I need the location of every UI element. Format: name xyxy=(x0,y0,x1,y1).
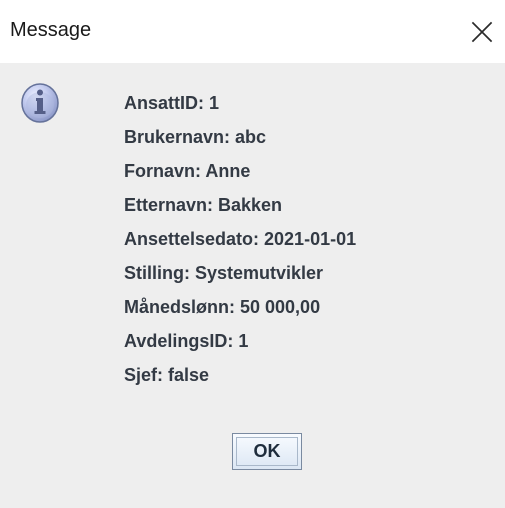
message-line-manedslonn: Månedslønn: 50 000,00 xyxy=(124,297,321,317)
message-line-sjef: Sjef: false xyxy=(124,365,210,385)
message-line-avdelingsid: AvdelingsID: 1 xyxy=(124,331,249,351)
close-icon xyxy=(471,21,493,42)
close-button[interactable] xyxy=(459,0,505,63)
message-line-brukernavn: Brukernavn: abc xyxy=(124,127,267,147)
message-line-ansattid: AnsattID: 1 xyxy=(124,93,220,113)
message-line-fornavn: Fornavn: Anne xyxy=(124,161,251,181)
titlebar: Message xyxy=(0,0,505,63)
message-dialog: Message AnsattID: 1 Brukernavn: abc Forn… xyxy=(0,0,505,508)
info-icon xyxy=(21,83,59,123)
message-text: AnsattID: 1 Brukernavn: abc Fornavn: Ann… xyxy=(124,86,356,392)
message-content: AnsattID: 1 Brukernavn: abc Fornavn: Ann… xyxy=(0,63,505,508)
ok-button[interactable]: OK xyxy=(232,433,302,470)
window-title: Message xyxy=(10,19,92,41)
message-line-etternavn: Etternavn: Bakken xyxy=(124,195,283,215)
message-line-stilling: Stilling: Systemutvikler xyxy=(124,263,324,283)
message-line-ansettelsedato: Ansettelsedato: 2021-01-01 xyxy=(124,229,357,249)
